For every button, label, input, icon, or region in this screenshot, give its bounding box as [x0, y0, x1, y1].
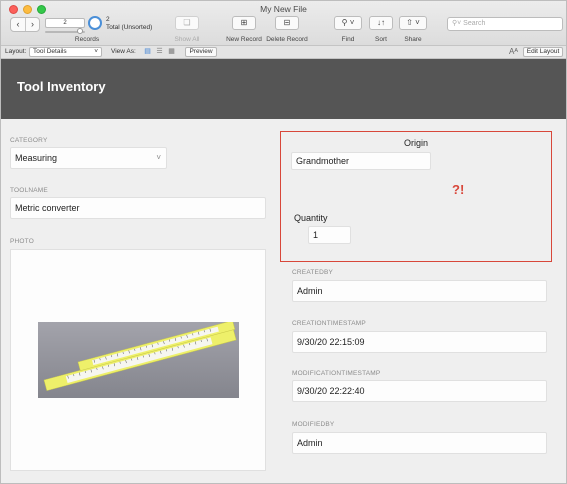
quantity-field[interactable]: 1	[308, 226, 351, 244]
toolname-field[interactable]: Metric converter	[10, 197, 266, 219]
category-value: Measuring	[15, 153, 58, 163]
view-as-label: View As:	[111, 48, 136, 55]
toolname-label: TOOLNAME	[10, 187, 48, 194]
minus-icon: ⊟	[283, 18, 291, 27]
records-label: Records	[74, 36, 100, 43]
share-label: Share	[404, 36, 422, 43]
edit-layout-button[interactable]: Edit Layout	[523, 47, 563, 57]
page-title: Tool Inventory	[17, 79, 106, 94]
origin-label: Origin	[403, 138, 428, 148]
layout-bar: Layout: Tool Details ˅ View As: ▤ ☰ ▦ Pr…	[1, 46, 566, 59]
plus-icon: ⊞	[240, 18, 248, 27]
share-icon: ⇧ ˅	[406, 18, 420, 27]
delete-record-button[interactable]: ⊟	[275, 16, 299, 30]
search-input[interactable]: ⚲˅ Search	[447, 17, 563, 31]
layout-header: Tool Inventory	[1, 59, 566, 119]
found-count: 2	[106, 16, 110, 23]
search-icon: ⚲˅	[452, 20, 462, 27]
current-record-input[interactable]: 2	[45, 18, 85, 28]
layout-select-value: Tool Details	[33, 48, 67, 55]
modification-timestamp-field[interactable]: 9/30/20 22:22:40	[292, 380, 547, 402]
total-label: Total (Unsorted)	[106, 24, 153, 31]
record-navigation: ‹ ›	[10, 17, 40, 32]
photo-container-field[interactable]	[10, 249, 266, 471]
sort-icon: ↓↑	[377, 18, 385, 27]
modification-timestamp-label: MODIFICATIONTIMESTAMP	[292, 370, 381, 377]
text-size-icon[interactable]: Aᴬ	[509, 47, 518, 56]
show-all-icon: ❏	[183, 18, 191, 27]
quantity-label: Quantity	[294, 213, 328, 223]
category-label: CATEGORY	[10, 137, 48, 144]
search-placeholder: Search	[463, 20, 486, 27]
record-slider-handle[interactable]	[77, 28, 83, 34]
share-button[interactable]: ⇧ ˅	[399, 16, 427, 30]
find-button[interactable]: ⚲ ˅	[334, 16, 362, 30]
photo-image	[38, 322, 239, 398]
next-record-button[interactable]: ›	[25, 18, 39, 31]
record-body: CATEGORY Measuring ˅ TOOLNAME Metric con…	[1, 119, 566, 483]
form-view-icon[interactable]: ▤	[143, 48, 152, 56]
magnifier-icon: ⚲ ˅	[341, 18, 355, 27]
category-field[interactable]: Measuring ˅	[10, 147, 167, 169]
new-record-button[interactable]: ⊞	[232, 16, 256, 30]
alert-indicator: ?!	[452, 182, 465, 197]
ruler-photo	[38, 322, 239, 398]
createdby-field[interactable]: Admin	[292, 280, 547, 302]
creation-timestamp-label: CREATIONTIMESTAMP	[292, 320, 366, 327]
table-view-icon[interactable]: ▦	[167, 48, 176, 56]
layout-select[interactable]: Tool Details ˅	[29, 47, 102, 57]
sort-label: Sort	[375, 36, 387, 43]
origin-field[interactable]: Grandmother	[291, 152, 431, 170]
new-record-label: New Record	[226, 36, 262, 43]
list-view-icon[interactable]: ☰	[155, 48, 164, 56]
toolbar: My New File ‹ › 2 Records 2 Total (Unsor…	[1, 1, 566, 46]
show-all-label: Show All	[174, 36, 200, 43]
find-label: Find	[341, 36, 355, 43]
delete-record-label: Delete Record	[266, 36, 308, 43]
creation-timestamp-field[interactable]: 9/30/20 22:15:09	[292, 331, 547, 353]
layout-label: Layout:	[5, 48, 27, 55]
sort-button[interactable]: ↓↑	[369, 16, 393, 30]
origin-panel: Origin Grandmother ?! Quantity 1	[280, 131, 552, 262]
window-title: My New File	[260, 4, 307, 14]
chevron-down-icon: ˅	[94, 48, 98, 55]
modifiedby-field[interactable]: Admin	[292, 432, 547, 454]
chevron-down-icon: ˅	[156, 153, 161, 162]
modifiedby-label: MODIFIEDBY	[292, 421, 335, 428]
record-count: 2 Total (Unsorted)	[106, 16, 152, 32]
preview-button[interactable]: Preview	[185, 47, 217, 57]
createdby-label: CREATEDBY	[292, 269, 334, 276]
found-set-pie-icon	[88, 16, 102, 30]
previous-record-button[interactable]: ‹	[11, 18, 25, 31]
photo-label: PHOTO	[10, 238, 34, 245]
app-window: My New File ‹ › 2 Records 2 Total (Unsor…	[0, 0, 567, 484]
show-all-button[interactable]: ❏	[175, 16, 199, 30]
